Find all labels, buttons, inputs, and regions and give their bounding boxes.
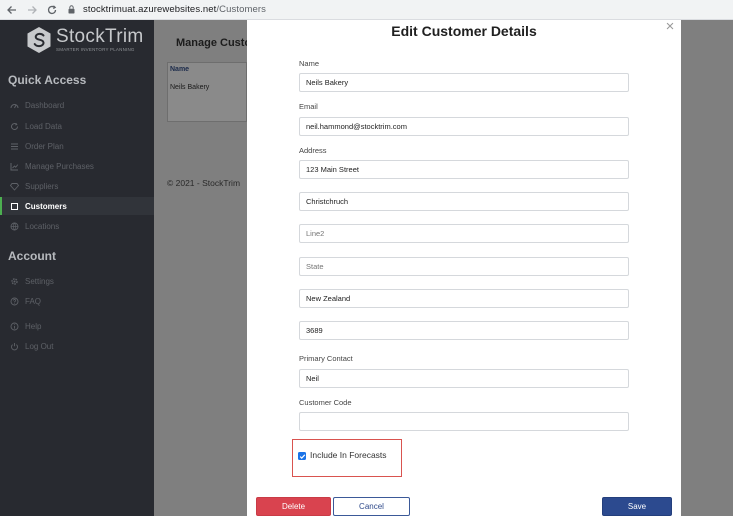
sidebar-item-suppliers[interactable]: Suppliers <box>0 177 154 195</box>
logo-name: StockTrim <box>56 26 144 47</box>
sidebar-item-label: Order Plan <box>25 141 64 151</box>
url-path: /Customers <box>216 4 266 15</box>
sidebar-item-label: Suppliers <box>25 181 59 191</box>
customer-code-label: Customer Code <box>299 398 352 407</box>
primary-contact-label: Primary Contact <box>299 354 353 363</box>
cancel-button[interactable]: Cancel <box>333 497 410 516</box>
address-line2-input[interactable] <box>299 224 629 243</box>
address-country-input[interactable] <box>299 289 629 308</box>
sidebar: StockTrim SMARTER INVENTORY PLANNING Qui… <box>0 20 154 516</box>
address-city-input[interactable] <box>299 192 629 211</box>
globe-icon <box>10 222 19 231</box>
lock-icon <box>68 4 78 16</box>
email-input[interactable] <box>299 117 629 136</box>
gear-icon <box>10 277 19 286</box>
browser-toolbar: stocktrimuat.azurewebsites.net/Customers <box>0 0 733 20</box>
forward-arrow-icon[interactable] <box>24 2 40 18</box>
sidebar-item-log-out[interactable]: Log Out <box>0 337 154 355</box>
url-domain: stocktrimuat.azurewebsites.net <box>83 4 217 15</box>
sidebar-item-label: Manage Purchases <box>25 161 94 171</box>
sidebar-item-label: Load Data <box>25 121 62 131</box>
modal-title: Edit Customer Details <box>391 23 537 39</box>
address-bar[interactable]: stocktrimuat.azurewebsites.net/Customers <box>83 4 266 15</box>
chart-icon <box>10 162 19 171</box>
address-postcode-input[interactable] <box>299 321 629 340</box>
name-label: Name <box>299 59 320 68</box>
customer-code-input[interactable] <box>299 412 629 431</box>
sidebar-item-label: Log Out <box>25 341 54 351</box>
stocktrim-logo[interactable]: StockTrim SMARTER INVENTORY PLANNING <box>26 26 144 54</box>
diamond-icon <box>10 182 19 191</box>
sidebar-item-label: Help <box>25 321 42 331</box>
sidebar-item-label: Settings <box>25 276 54 286</box>
page-footer: © 2021 - StockTrim <box>167 178 241 188</box>
sidebar-item-load-data[interactable]: Load Data <box>0 117 154 135</box>
sidebar-item-faq[interactable]: FAQ <box>0 292 154 310</box>
hexagon-logo-icon <box>27 27 51 53</box>
list-icon <box>10 142 19 151</box>
edit-customer-modal: Edit Customer Details × Name Email Addre… <box>247 19 681 516</box>
include-forecasts-label[interactable]: Include In Forecasts <box>310 450 387 460</box>
close-icon[interactable]: × <box>663 19 677 34</box>
name-input[interactable] <box>299 73 629 92</box>
table-row[interactable]: Neils Bakery <box>170 84 209 91</box>
info-icon <box>10 322 19 331</box>
refresh-icon <box>10 122 19 131</box>
address-label: Address <box>299 146 327 155</box>
sidebar-item-settings[interactable]: Settings <box>0 272 154 290</box>
sidebar-item-label: Locations <box>25 221 60 231</box>
email-label: Email <box>299 102 318 111</box>
save-button[interactable]: Save <box>602 497 672 516</box>
address-line1-input[interactable] <box>299 160 629 179</box>
sidebar-item-order-plan[interactable]: Order Plan <box>0 137 154 155</box>
sidebar-item-help[interactable]: Help <box>0 317 154 335</box>
sidebar-item-manage-purchases[interactable]: Manage Purchases <box>0 157 154 175</box>
sidebar-item-label: Customers <box>25 201 67 211</box>
square-icon <box>10 202 19 211</box>
primary-contact-input[interactable] <box>299 369 629 388</box>
account-title: Account <box>8 249 56 263</box>
question-icon <box>10 297 19 306</box>
quick-access-title: Quick Access <box>8 73 87 87</box>
include-forecasts-checkbox[interactable] <box>298 452 306 460</box>
delete-button[interactable]: Delete <box>256 497 331 516</box>
sidebar-item-dashboard[interactable]: Dashboard <box>0 96 154 114</box>
power-icon <box>10 342 19 351</box>
address-state-input[interactable] <box>299 257 629 276</box>
sidebar-item-label: Dashboard <box>25 100 65 110</box>
page-title: Manage Custo <box>176 37 252 49</box>
logo-tagline: SMARTER INVENTORY PLANNING <box>56 47 135 52</box>
back-arrow-icon[interactable] <box>4 2 20 18</box>
reload-icon[interactable] <box>44 2 60 18</box>
include-forecasts-highlight: Include In Forecasts <box>292 439 402 477</box>
table-header-name: Name <box>170 66 190 73</box>
checkmark-icon <box>299 453 305 459</box>
sidebar-item-locations[interactable]: Locations <box>0 217 154 235</box>
sidebar-item-customers[interactable]: Customers <box>0 197 154 215</box>
dashboard-icon <box>10 101 19 110</box>
sidebar-item-label: FAQ <box>25 296 42 306</box>
